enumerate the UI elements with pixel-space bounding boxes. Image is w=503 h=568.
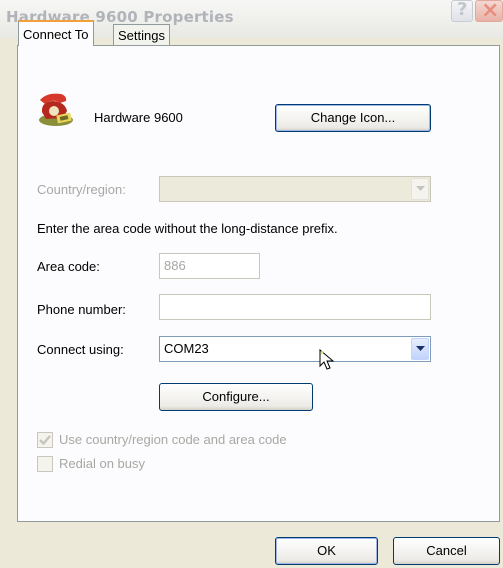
chevron-down-icon	[416, 346, 425, 351]
use-country-label: Use country/region code and area code	[59, 432, 287, 447]
close-icon: ×	[481, 0, 500, 23]
mouse-cursor-icon	[319, 349, 335, 370]
area-code-field[interactable]: 886	[159, 253, 260, 279]
phone-icon	[39, 93, 73, 126]
configure-button[interactable]: Configure...	[159, 383, 313, 411]
tab-connect-to[interactable]: Connect To	[18, 20, 94, 46]
redial-label: Redial on busy	[59, 456, 145, 471]
help-button[interactable]: ?	[451, 0, 473, 22]
country-label: Country/region:	[37, 182, 126, 197]
change-icon-button[interactable]: Change Icon...	[275, 104, 431, 132]
phone-number-label: Phone number:	[37, 302, 126, 317]
area-code-label: Area code:	[37, 259, 100, 274]
use-country-checkbox[interactable]	[37, 432, 53, 448]
area-code-instruction: Enter the area code without the long-dis…	[37, 221, 338, 236]
tab-settings[interactable]: Settings	[113, 24, 170, 46]
help-icon: ?	[457, 0, 468, 20]
connect-using-select[interactable]: COM23	[159, 336, 431, 362]
connection-name: Hardware 9600	[94, 110, 183, 125]
checkmark-icon	[39, 435, 51, 446]
connect-using-dropdown-arrow[interactable]	[411, 338, 429, 360]
connect-using-value: COM23	[164, 341, 209, 356]
chevron-down-icon	[416, 186, 425, 191]
cancel-button[interactable]: Cancel	[393, 537, 500, 565]
ok-button[interactable]: OK	[275, 537, 378, 565]
close-button[interactable]: ×	[475, 0, 503, 23]
phone-number-field[interactable]	[159, 294, 431, 320]
redial-checkbox[interactable]	[37, 456, 53, 472]
connect-using-label: Connect using:	[37, 342, 124, 357]
country-select[interactable]	[159, 176, 431, 202]
country-dropdown-arrow[interactable]	[411, 178, 429, 200]
